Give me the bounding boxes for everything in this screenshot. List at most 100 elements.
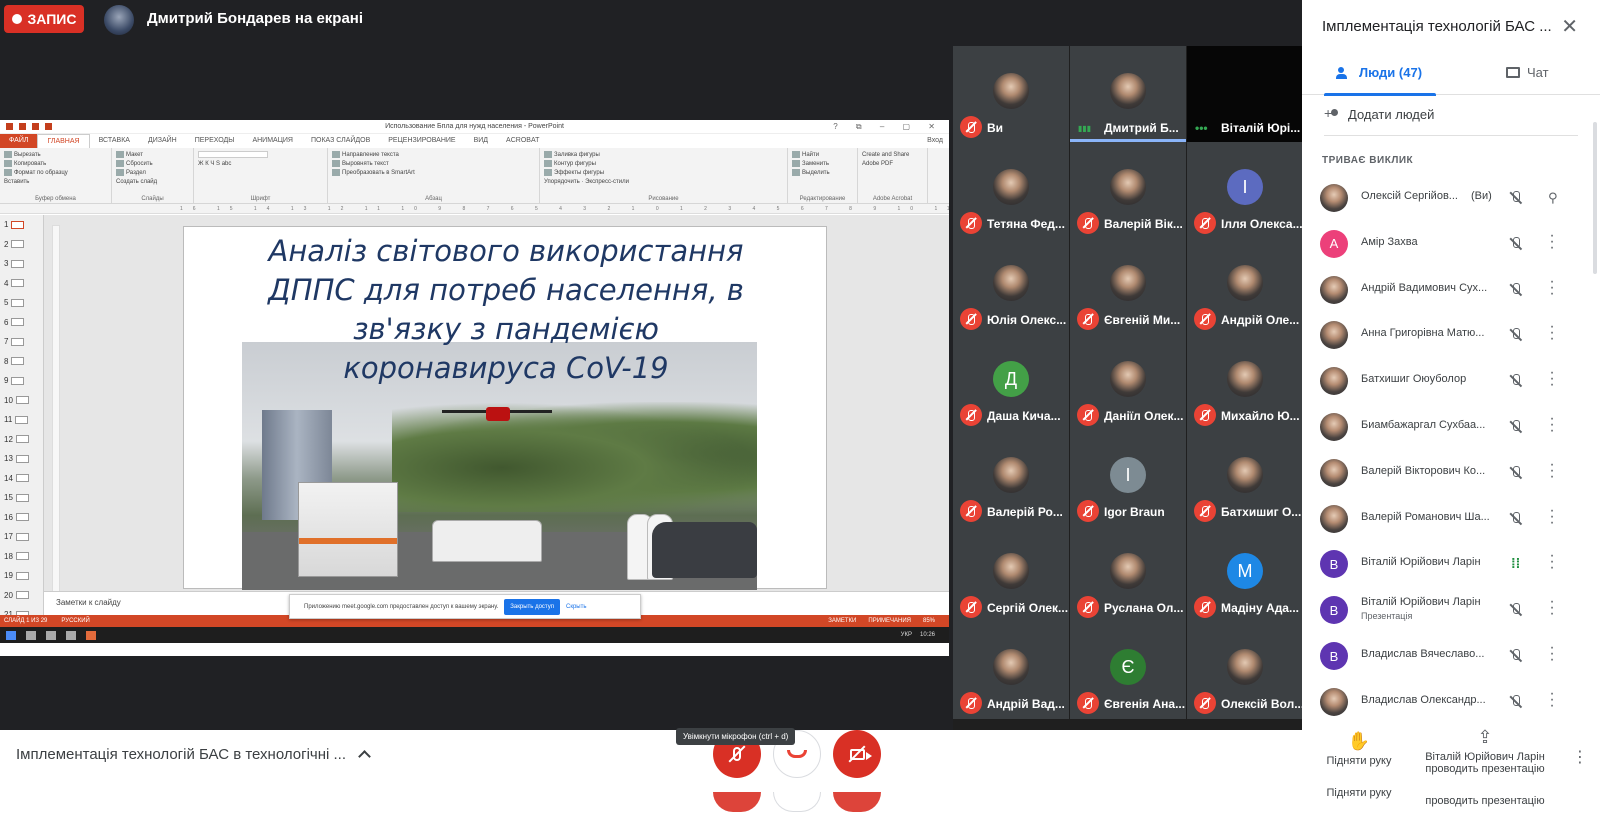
slide-thumbnail[interactable]: 5: [0, 293, 43, 313]
pp-account[interactable]: Вход: [918, 134, 949, 148]
pp-tab[interactable]: ПОКАЗ СЛАЙДОВ: [302, 134, 379, 148]
status-notes-button[interactable]: ЗАМЕТКИ: [828, 615, 856, 627]
more-options-icon[interactable]: ⋮: [1572, 747, 1588, 767]
meeting-details-toggle[interactable]: Імплементація технологій БАС в технологі…: [16, 746, 371, 763]
participant-tile[interactable]: Даніїл Олек...: [1070, 334, 1186, 431]
more-options-icon[interactable]: · · ·: [1549, 685, 1555, 713]
more-options-icon[interactable]: · · ·: [1549, 411, 1555, 439]
participant-tile[interactable]: Євгеній Ми...: [1070, 238, 1186, 335]
participant-tile[interactable]: Сергій Олек...: [953, 526, 1069, 623]
slide-thumbnail[interactable]: 9: [0, 371, 43, 391]
participant-tile[interactable]: Юлія Олекс...: [953, 238, 1069, 335]
more-options-icon[interactable]: · · ·: [1549, 319, 1555, 347]
slide-thumbnail[interactable]: 20: [0, 586, 43, 606]
participant-row[interactable]: Андрій Вадимович Сух... · · ·: [1302, 272, 1600, 318]
pp-tab[interactable]: ACROBAT: [497, 134, 548, 148]
slide-thumbnail[interactable]: 7: [0, 332, 43, 352]
participant-tile[interactable]: Андрій Вад...: [953, 622, 1069, 719]
participant-tile[interactable]: Д Даша Кича...: [953, 334, 1069, 431]
stop-sharing-button[interactable]: Закрыть доступ: [504, 598, 560, 615]
pp-tab[interactable]: ПЕРЕХОДЫ: [186, 134, 244, 148]
participant-tile[interactable]: Є Євгенія Ана...: [1070, 622, 1186, 719]
add-people-button[interactable]: Додати людей: [1324, 105, 1434, 123]
more-options-icon[interactable]: · · ·: [1549, 456, 1555, 484]
tab-people[interactable]: Люди (47): [1336, 65, 1422, 80]
participant-row[interactable]: Олексій Сергійов... (Ви) ⚲: [1302, 180, 1600, 226]
slide-thumbnail[interactable]: 13: [0, 449, 43, 469]
slide-thumbnail[interactable]: 2: [0, 235, 43, 255]
participant-tile[interactable]: Батхишиг О...: [1187, 430, 1303, 527]
presenting-info[interactable]: ⇪ Віталій Юрійович Ларін проводить презе…: [1410, 727, 1560, 775]
pp-tab[interactable]: ФАЙЛ: [0, 134, 38, 148]
mic-off-icon[interactable]: [1509, 511, 1523, 527]
mic-off-icon[interactable]: [1509, 648, 1523, 664]
slide-thumbnail[interactable]: 14: [0, 469, 43, 489]
participant-tile[interactable]: Андрій Оле...: [1187, 238, 1303, 335]
pp-tab[interactable]: ГЛАВНАЯ: [37, 134, 90, 148]
mic-off-icon[interactable]: [1509, 465, 1523, 481]
more-options-icon[interactable]: · · ·: [1549, 640, 1555, 668]
pp-tab[interactable]: ВИД: [465, 134, 497, 148]
pin-icon[interactable]: ⚲: [1548, 190, 1558, 206]
participant-row[interactable]: В Владислав Вячеславо... · · ·: [1302, 638, 1600, 684]
participant-tile[interactable]: Валерій Вік...: [1070, 142, 1186, 239]
participant-tile[interactable]: Михайло Ю...: [1187, 334, 1303, 431]
participant-tile[interactable]: І Ілля Олекса...: [1187, 142, 1303, 239]
raise-hand-button[interactable]: ✋ Підняти руку: [1316, 731, 1402, 767]
panel-scrollbar[interactable]: [1593, 122, 1597, 274]
more-options-icon[interactable]: · · ·: [1549, 548, 1555, 576]
participant-row[interactable]: Батхишиг Оюуболор · · ·: [1302, 363, 1600, 409]
pp-tab[interactable]: ДИЗАЙН: [139, 134, 186, 148]
pp-tab[interactable]: РЕЦЕНЗИРОВАНИЕ: [379, 134, 464, 148]
participant-tile[interactable]: ▮▮▮ Дмитрий Б...: [1070, 46, 1186, 143]
hide-banner-button[interactable]: Скрыть: [566, 604, 586, 610]
mic-off-icon[interactable]: [1509, 419, 1523, 435]
close-panel-icon[interactable]: ✕: [1561, 14, 1578, 39]
slide-thumbnail[interactable]: 1: [0, 215, 43, 235]
slide-thumbnail[interactable]: 8: [0, 352, 43, 372]
participant-row[interactable]: А Амір Захва · · ·: [1302, 226, 1600, 272]
participant-tile[interactable]: Валерій Ро...: [953, 430, 1069, 527]
more-options-icon[interactable]: · · ·: [1549, 594, 1555, 622]
participant-tile[interactable]: I Igor Braun: [1070, 430, 1186, 527]
pp-tab[interactable]: АНИМАЦИЯ: [243, 134, 302, 148]
participant-tile[interactable]: Олексій Вол...: [1187, 622, 1303, 719]
slide-thumbnail[interactable]: 6: [0, 313, 43, 333]
mic-off-icon[interactable]: [1509, 236, 1523, 252]
slide-thumbnail[interactable]: 15: [0, 488, 43, 508]
slide-thumbnail[interactable]: 18: [0, 547, 43, 567]
slide-thumbnail[interactable]: 19: [0, 566, 43, 586]
participant-tile[interactable]: M Мадіну Ада...: [1187, 526, 1303, 623]
status-comments-button[interactable]: ПРИМЕЧАНИЯ: [868, 615, 911, 627]
mic-off-icon[interactable]: [1509, 190, 1523, 206]
more-options-icon[interactable]: · · ·: [1549, 502, 1555, 530]
slide-thumbnail[interactable]: 17: [0, 527, 43, 547]
participant-tile[interactable]: Тетяна Фед...: [953, 142, 1069, 239]
camera-button[interactable]: [833, 730, 881, 778]
mic-off-icon[interactable]: [1509, 282, 1523, 298]
participant-tile[interactable]: ••• Віталій Юрі...: [1187, 46, 1303, 143]
slide-thumbnail[interactable]: 4: [0, 274, 43, 294]
tab-chat[interactable]: Чат: [1506, 65, 1549, 80]
status-zoom[interactable]: 85%: [923, 615, 935, 627]
participant-row[interactable]: Анна Григорівна Матю... · · ·: [1302, 317, 1600, 363]
more-options-icon[interactable]: · · ·: [1549, 365, 1555, 393]
more-options-icon[interactable]: · · ·: [1549, 273, 1555, 301]
participant-row[interactable]: В Віталій Юрійович Ларін Презентація · · ·: [1302, 592, 1600, 638]
slide-thumbnail[interactable]: 10: [0, 391, 43, 411]
slide-thumbnail[interactable]: 11: [0, 410, 43, 430]
mic-off-icon[interactable]: [1509, 602, 1523, 618]
participant-row[interactable]: Валерій Вікторович Ко... · · ·: [1302, 455, 1600, 501]
participant-row[interactable]: Валерій Романович Ша... · · ·: [1302, 501, 1600, 547]
slide-thumbnail[interactable]: 16: [0, 508, 43, 528]
mic-off-icon[interactable]: [1509, 694, 1523, 710]
slide-thumbnail[interactable]: 3: [0, 254, 43, 274]
participant-tile[interactable]: Руслана Ол...: [1070, 526, 1186, 623]
slide-thumbnail[interactable]: 12: [0, 430, 43, 450]
participant-row[interactable]: Владислав Олександр... · · ·: [1302, 684, 1600, 730]
mic-off-icon[interactable]: [1509, 373, 1523, 389]
more-options-icon[interactable]: · · ·: [1549, 227, 1555, 255]
mic-off-icon[interactable]: [1509, 327, 1523, 343]
pp-tab[interactable]: ВСТАВКА: [90, 134, 139, 148]
participant-row[interactable]: Биамбажаргал Сухбаа... · · ·: [1302, 409, 1600, 455]
